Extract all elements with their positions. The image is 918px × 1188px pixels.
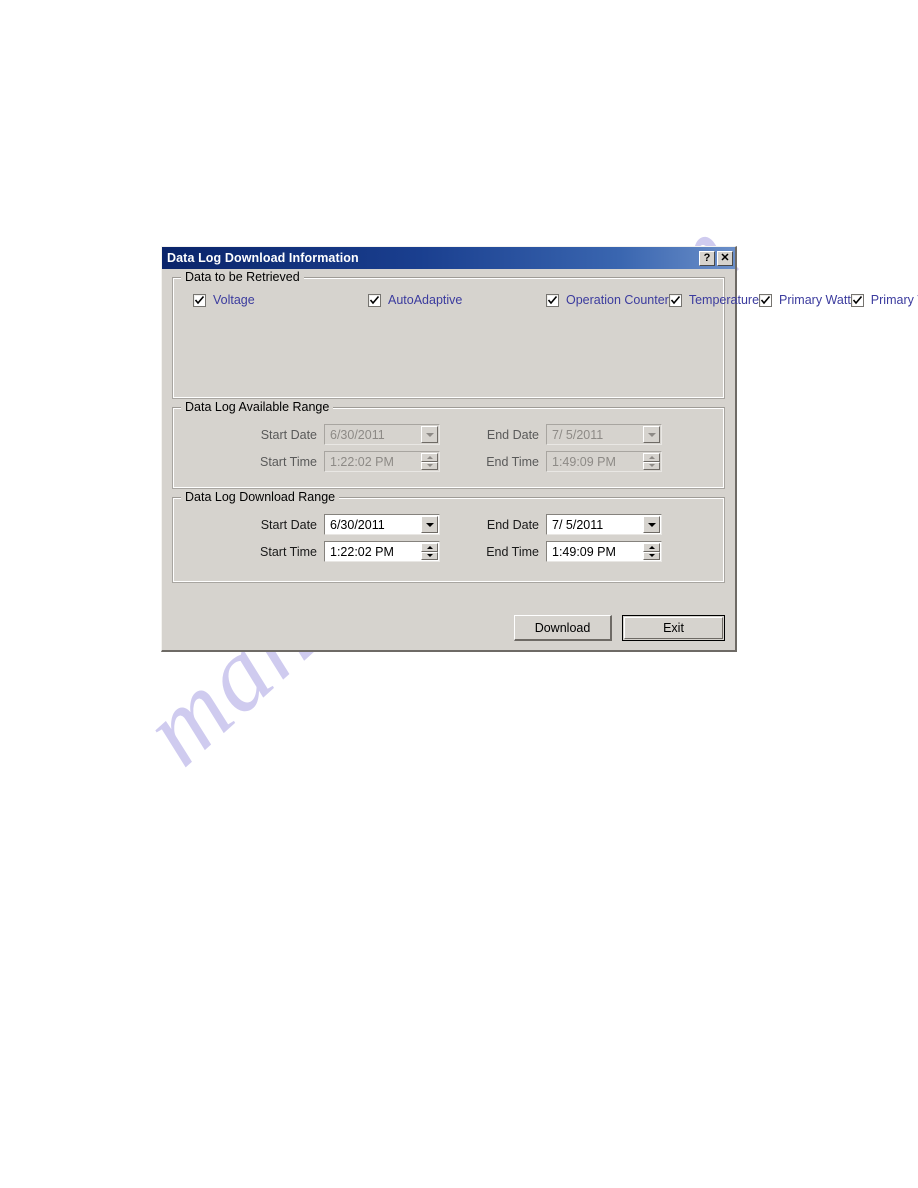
dialog-title: Data Log Download Information bbox=[167, 251, 359, 265]
checkbox-primary-watt[interactable]: Primary Watt bbox=[759, 290, 851, 310]
chevron-down-icon[interactable] bbox=[643, 516, 660, 533]
help-icon[interactable]: ? bbox=[699, 250, 715, 266]
checkmark-icon bbox=[368, 293, 381, 307]
download-start-date-combo[interactable]: 6/30/2011 bbox=[324, 514, 440, 535]
spinner-up-icon[interactable] bbox=[421, 543, 438, 552]
group-data-to-be-retrieved: Data to be Retrieved Voltage AutoAdaptiv… bbox=[172, 270, 918, 399]
download-end-date-row: End Date 7/ 5/2011 bbox=[471, 514, 662, 535]
checkbox-operation-counter[interactable]: Operation Counter bbox=[546, 290, 669, 310]
spinner-buttons[interactable] bbox=[421, 543, 438, 560]
checkbox-label: Temperature bbox=[688, 292, 760, 307]
checkbox-label: Primary Voltage bbox=[870, 292, 918, 307]
dialog-button-bar: Download Exit bbox=[514, 615, 725, 641]
download-end-time-spinner[interactable]: 1:49:09 PM bbox=[546, 541, 662, 562]
checkbox-autoadaptive[interactable]: AutoAdaptive bbox=[368, 290, 546, 310]
available-end-time-row: End Time 1:49:09 PM bbox=[471, 451, 662, 472]
spinner-down-icon[interactable] bbox=[643, 551, 660, 560]
spinner-down-icon bbox=[421, 461, 438, 470]
download-start-time-row: Start Time 1:22:02 PM bbox=[241, 541, 440, 562]
chevron-down-icon bbox=[643, 426, 660, 443]
available-start-time-spinner: 1:22:02 PM bbox=[324, 451, 440, 472]
checkbox-voltage[interactable]: Voltage bbox=[193, 290, 368, 310]
spinner-up-icon[interactable] bbox=[643, 543, 660, 552]
download-end-time-value[interactable]: 1:49:09 PM bbox=[547, 542, 643, 561]
checkbox-label: AutoAdaptive bbox=[388, 292, 463, 307]
available-start-time-row: Start Time 1:22:02 PM bbox=[241, 451, 440, 472]
checkmark-icon bbox=[759, 293, 773, 307]
download-start-date-row: Start Date 6/30/2011 bbox=[241, 514, 440, 535]
checkbox-label: Primary Watt bbox=[779, 292, 851, 307]
spinner-buttons[interactable] bbox=[643, 543, 660, 560]
group-title-download-range: Data Log Download Range bbox=[181, 490, 340, 504]
spinner-buttons bbox=[643, 453, 660, 470]
group-data-log-available-range: Data Log Available Range Start Date 6/30… bbox=[172, 400, 725, 489]
spinner-up-icon bbox=[421, 453, 438, 462]
spinner-down-icon[interactable] bbox=[421, 551, 438, 560]
spinner-up-icon bbox=[643, 453, 660, 462]
available-start-date-row: Start Date 6/30/2011 bbox=[241, 424, 440, 445]
spinner-buttons bbox=[421, 453, 438, 470]
available-end-date-label: End Date bbox=[486, 427, 539, 442]
available-start-time-label: Start Time bbox=[260, 454, 317, 469]
available-start-date-combo: 6/30/2011 bbox=[324, 424, 440, 445]
checkbox-primary-voltage[interactable]: Primary Voltage bbox=[850, 290, 918, 310]
checkbox-grid: Voltage AutoAdaptive Operation Counter T… bbox=[193, 290, 918, 310]
download-start-date-value[interactable]: 6/30/2011 bbox=[325, 515, 421, 534]
close-icon[interactable]: ✕ bbox=[717, 250, 733, 266]
download-end-date-value[interactable]: 7/ 5/2011 bbox=[547, 515, 643, 534]
group-title-retrieved: Data to be Retrieved bbox=[181, 270, 304, 284]
exit-button[interactable]: Exit bbox=[622, 615, 725, 641]
available-start-date-value: 6/30/2011 bbox=[330, 427, 385, 442]
checkmark-icon bbox=[546, 293, 559, 307]
dialog-client-area: Data to be Retrieved Voltage AutoAdaptiv… bbox=[162, 269, 918, 650]
dialog-titlebar: Data Log Download Information ? ✕ bbox=[162, 247, 735, 269]
checkmark-icon bbox=[850, 293, 864, 307]
download-end-time-label: End Time bbox=[486, 544, 539, 559]
download-start-time-value[interactable]: 1:22:02 PM bbox=[325, 542, 421, 561]
download-end-date-label: End Date bbox=[486, 517, 539, 532]
download-start-time-label: Start Time bbox=[260, 544, 317, 559]
group-data-log-download-range: Data Log Download Range Start Date 6/30/… bbox=[172, 490, 725, 583]
checkbox-label: Voltage bbox=[213, 292, 255, 307]
checkbox-label: Operation Counter bbox=[566, 292, 669, 307]
available-end-date-combo: 7/ 5/2011 bbox=[546, 424, 662, 445]
download-end-date-combo[interactable]: 7/ 5/2011 bbox=[546, 514, 662, 535]
available-start-time-value: 1:22:02 PM bbox=[330, 454, 394, 469]
group-title-available-range: Data Log Available Range bbox=[181, 400, 334, 414]
checkbox-temperature[interactable]: Temperature bbox=[668, 290, 760, 310]
data-log-download-dialog: Data Log Download Information ? ✕ Data t… bbox=[161, 246, 918, 652]
download-start-time-spinner[interactable]: 1:22:02 PM bbox=[324, 541, 440, 562]
available-end-time-value: 1:49:09 PM bbox=[552, 454, 616, 469]
spinner-down-icon bbox=[643, 461, 660, 470]
available-start-date-label: Start Date bbox=[260, 427, 317, 442]
available-end-time-spinner: 1:49:09 PM bbox=[546, 451, 662, 472]
checkmark-icon bbox=[668, 293, 682, 307]
available-end-date-value: 7/ 5/2011 bbox=[552, 427, 604, 442]
download-end-time-row: End Time 1:49:09 PM bbox=[471, 541, 662, 562]
download-start-date-label: Start Date bbox=[260, 517, 317, 532]
chevron-down-icon[interactable] bbox=[421, 516, 438, 533]
chevron-down-icon bbox=[421, 426, 438, 443]
available-end-time-label: End Time bbox=[486, 454, 539, 469]
exit-button-label: Exit bbox=[624, 617, 723, 639]
download-button[interactable]: Download bbox=[514, 615, 612, 641]
available-end-date-row: End Date 7/ 5/2011 bbox=[471, 424, 662, 445]
checkmark-icon bbox=[193, 293, 206, 307]
